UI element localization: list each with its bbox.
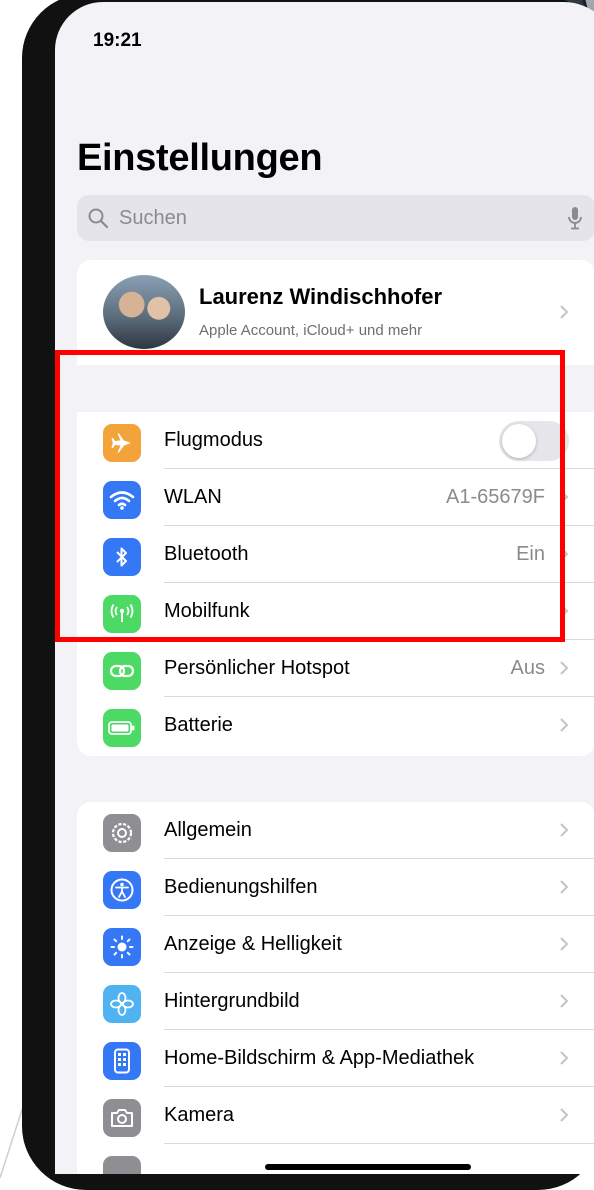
camera-icon (103, 1099, 141, 1137)
chevron-right-icon (560, 823, 569, 837)
gear-icon (103, 814, 141, 852)
chevron-right-icon (560, 305, 569, 319)
chevron-right-icon (560, 718, 569, 732)
account-name: Laurenz Windischhofer (199, 284, 443, 309)
page-title: Einstellungen (77, 137, 323, 179)
sun-icon (103, 928, 141, 966)
settings-row-bedienungshilfen[interactable]: Bedienungshilfen (77, 859, 594, 916)
search-placeholder: Suchen (119, 207, 187, 229)
chevron-right-icon (560, 1108, 569, 1122)
chevron-right-icon (560, 994, 569, 1008)
accessibility-icon (103, 871, 141, 909)
row-label: Batterie (164, 714, 233, 736)
battery-icon (103, 709, 141, 747)
settings-row-hotspot[interactable]: Persönlicher Hotspot Aus (77, 640, 594, 697)
row-label: Hintergrundbild (164, 990, 300, 1012)
settings-row-batterie[interactable]: Batterie (77, 697, 594, 754)
account-subtitle: Apple Account, iCloud+ und mehr (199, 322, 423, 339)
settings-row-kamera[interactable]: Kamera (77, 1087, 594, 1144)
row-label: Persönlicher Hotspot (164, 657, 350, 679)
row-label: Bedienungshilfen (164, 876, 318, 898)
homescreen-icon (103, 1042, 141, 1080)
avatar (103, 275, 185, 349)
search-icon (88, 208, 109, 229)
highlight-box (55, 350, 565, 642)
settings-row-home-bildschirm[interactable]: Home-Bildschirm & App-Mediathek (77, 1030, 594, 1087)
settings-row-hintergrundbild[interactable]: Hintergrundbild (77, 973, 594, 1030)
row-label: Anzeige & Helligkeit (164, 933, 342, 955)
chevron-right-icon (560, 880, 569, 894)
settings-group-general: Allgemein Bedienungshilfen Anzeige & Hel… (77, 802, 594, 1174)
settings-row-allgemein[interactable]: Allgemein (77, 802, 594, 859)
status-bar-time: 19:21 (93, 30, 142, 51)
row-label: Home-Bildschirm & App-Mediathek (164, 1047, 475, 1069)
row-label: Allgemein (164, 819, 252, 841)
microphone-icon[interactable] (567, 206, 583, 230)
row-value: Aus (510, 657, 545, 679)
settings-row-anzeige-helligkeit[interactable]: Anzeige & Helligkeit (77, 916, 594, 973)
control-center-icon (103, 1156, 141, 1174)
search-field[interactable]: Suchen (77, 195, 594, 241)
home-indicator (265, 1164, 471, 1170)
hotspot-icon (103, 652, 141, 690)
chevron-right-icon (560, 937, 569, 951)
row-label: Kamera (164, 1104, 235, 1126)
chevron-right-icon (560, 661, 569, 675)
flower-icon (103, 985, 141, 1023)
chevron-right-icon (560, 1051, 569, 1065)
